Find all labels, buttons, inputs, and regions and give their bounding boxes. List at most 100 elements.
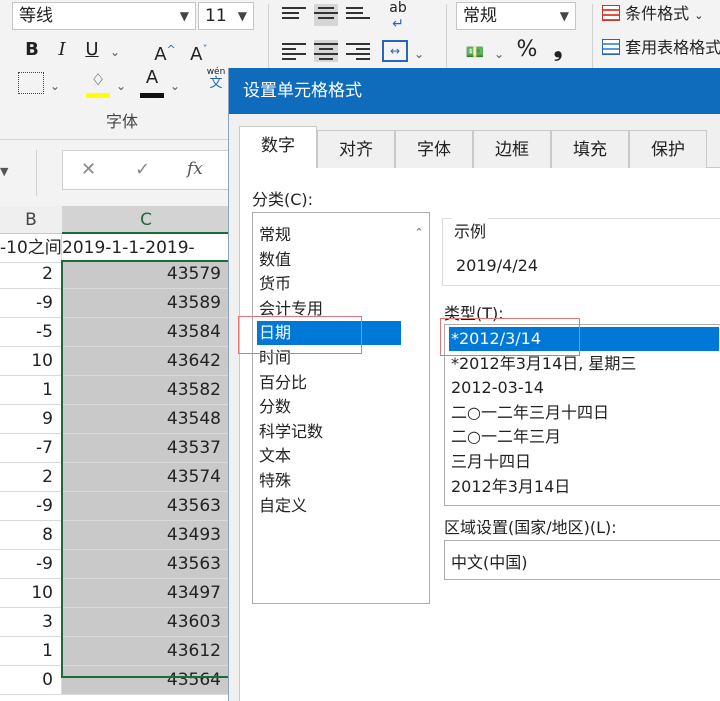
cell-b[interactable]: -9	[0, 550, 62, 579]
align-bottom-icon[interactable]	[346, 4, 370, 26]
underline-dropdown-icon[interactable]: ⌄	[108, 40, 122, 64]
cell-c[interactable]: 43582	[62, 376, 230, 405]
cell-c[interactable]: 43564	[62, 666, 230, 695]
type-list[interactable]: *2012/3/14 *2012年3月14日, 星期三 2012-03-14 二○一二…	[444, 324, 720, 506]
scroll-up-icon[interactable]: ⌃	[411, 225, 427, 241]
borders-dropdown-icon[interactable]: ⌄	[48, 74, 62, 98]
cell-c[interactable]: 43589	[62, 289, 230, 318]
cell-c-header[interactable]: 2019-1-1-2019-	[62, 234, 230, 263]
wrap-text-button[interactable]: ab ↵	[384, 0, 412, 32]
cell-c[interactable]: 43497	[62, 579, 230, 608]
accounting-dropdown-icon[interactable]: ⌄	[492, 42, 506, 66]
conditional-format-button[interactable]: 条件格式 ⌄	[602, 2, 720, 28]
cancel-icon[interactable]: ✕	[81, 159, 96, 180]
tab-font[interactable]: 字体	[395, 130, 473, 168]
cell-b[interactable]: 1	[0, 376, 62, 405]
category-item[interactable]: 百分比	[257, 371, 407, 395]
cell-c[interactable]: 43548	[62, 405, 230, 434]
font-name-combo[interactable]: 等线 ▼	[12, 2, 196, 30]
cell-c[interactable]: 43603	[62, 608, 230, 637]
grow-font-button[interactable]: A^	[150, 38, 180, 67]
category-item[interactable]: 自定义	[257, 494, 407, 518]
align-center-icon[interactable]	[314, 40, 338, 62]
fill-color-dropdown-icon[interactable]: ⌄	[114, 74, 128, 98]
column-header-c[interactable]: C	[62, 206, 230, 234]
cell-c[interactable]: 43537	[62, 434, 230, 463]
category-item[interactable]: 文本	[257, 444, 407, 468]
cell-b-header[interactable]: -10之间	[0, 234, 62, 263]
type-item[interactable]: 2012-03-14	[449, 376, 719, 400]
type-item[interactable]: 三月十四日	[449, 450, 719, 474]
cell-b[interactable]: 9	[0, 405, 62, 434]
align-top-icon[interactable]	[282, 4, 306, 26]
cell-b[interactable]: 3	[0, 608, 62, 637]
borders-icon[interactable]	[18, 72, 44, 94]
category-item[interactable]: 时间	[257, 346, 407, 370]
cell-b[interactable]: -9	[0, 289, 62, 318]
bold-button[interactable]: B	[20, 38, 44, 62]
category-item[interactable]: 会计专用	[257, 297, 407, 321]
phonetic-button[interactable]: wén 文	[204, 66, 228, 98]
category-item[interactable]: 日期	[257, 321, 401, 346]
column-header-b[interactable]: B	[0, 206, 62, 234]
category-list[interactable]: ⌃ 常规 数值 货币 会计专用 日期 时间 百分比 分数 科学记数 文本 特殊 自定义	[252, 212, 430, 604]
locale-select[interactable]: 中文(中国)	[444, 540, 720, 580]
number-format-combo[interactable]: 常规 ▼	[456, 2, 576, 30]
category-item[interactable]: 科学记数	[257, 420, 407, 444]
tab-alignment[interactable]: 对齐	[317, 130, 395, 168]
tab-protection[interactable]: 保护	[629, 130, 707, 168]
cell-b[interactable]: -5	[0, 318, 62, 347]
cell-b[interactable]: 2	[0, 260, 62, 289]
cell-b[interactable]: 2	[0, 463, 62, 492]
cell-b[interactable]: 0	[0, 666, 62, 695]
underline-button[interactable]: U	[80, 38, 104, 62]
font-color-dropdown-icon[interactable]: ⌄	[168, 74, 182, 98]
merge-dropdown-icon[interactable]: ⌄	[412, 42, 426, 66]
category-item[interactable]: 特殊	[257, 469, 407, 493]
cell-c[interactable]: 43612	[62, 637, 230, 666]
category-item[interactable]: 分数	[257, 395, 407, 419]
tab-fill[interactable]: 填充	[551, 130, 629, 168]
dialog-title: 设置单元格格式	[229, 68, 720, 114]
cell-b[interactable]: -9	[0, 492, 62, 521]
category-item[interactable]: 货币	[257, 272, 407, 296]
type-item[interactable]: 二○一二年三月	[449, 425, 719, 449]
cell-c[interactable]: 43493	[62, 521, 230, 550]
cell-c[interactable]: 43584	[62, 318, 230, 347]
align-right-icon[interactable]	[346, 40, 370, 62]
type-item[interactable]: *2012年3月14日, 星期三	[449, 352, 719, 376]
type-item[interactable]: 2012年3月14日	[449, 475, 719, 499]
tab-number[interactable]: 数字	[239, 126, 317, 169]
cell-b[interactable]: 10	[0, 347, 62, 376]
align-middle-icon[interactable]	[314, 4, 338, 26]
cell-c[interactable]: 43563	[62, 550, 230, 579]
chevron-down-icon: ⌄	[694, 9, 704, 22]
font-size-combo[interactable]: 11 ▼	[198, 2, 254, 30]
category-item[interactable]: 常规	[257, 223, 407, 247]
accounting-format-icon[interactable]: 💵	[462, 40, 488, 64]
category-item[interactable]: 数值	[257, 248, 407, 272]
align-left-icon[interactable]	[282, 40, 306, 62]
cell-c[interactable]: 43563	[62, 492, 230, 521]
shrink-font-button[interactable]: Aˇ	[184, 38, 214, 67]
fill-color-icon[interactable]: ♢	[86, 68, 110, 98]
cell-c[interactable]: 43642	[62, 347, 230, 376]
italic-button[interactable]: I	[50, 38, 74, 62]
cell-b[interactable]: 10	[0, 579, 62, 608]
merge-center-icon[interactable]: ↔	[382, 40, 408, 62]
cell-b[interactable]: 8	[0, 521, 62, 550]
percent-button[interactable]: %	[514, 38, 540, 62]
table-format-button[interactable]: 套用表格格式	[602, 36, 720, 60]
comma-style-button[interactable]: ❟	[548, 38, 568, 62]
cell-b[interactable]: -7	[0, 434, 62, 463]
cell-c[interactable]: 43574	[62, 463, 230, 492]
type-item[interactable]: *2012/3/14	[449, 327, 719, 351]
enter-icon[interactable]: ✓	[135, 159, 150, 180]
insert-function-icon[interactable]: fx	[187, 159, 203, 179]
name-box-dropdown-icon[interactable]: ▼	[0, 158, 14, 186]
cell-c[interactable]: 43579	[62, 260, 230, 289]
font-color-button[interactable]: A	[140, 66, 164, 98]
tab-border[interactable]: 边框	[473, 130, 551, 168]
type-item[interactable]: 二○一二年三月十四日	[449, 401, 719, 425]
cell-b[interactable]: 1	[0, 637, 62, 666]
